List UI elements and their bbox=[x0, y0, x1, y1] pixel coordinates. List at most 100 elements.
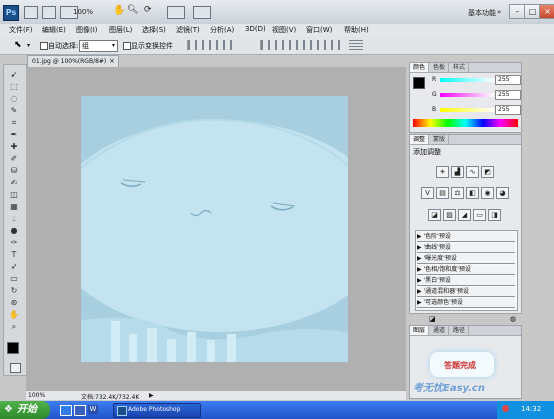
image-canvas[interactable] bbox=[81, 96, 348, 362]
preset-black-white[interactable]: ▶ '黑白'预设 bbox=[417, 276, 515, 286]
menu-view[interactable]: 视图(V) bbox=[272, 25, 296, 35]
g-value[interactable]: 255 bbox=[495, 90, 521, 100]
tab-adjustments[interactable]: 调整 bbox=[410, 135, 430, 144]
menu-window[interactable]: 窗口(W) bbox=[306, 25, 332, 35]
screen-mode-icon[interactable] bbox=[193, 6, 211, 19]
3d-rotate-tool-icon[interactable]: ↻ bbox=[8, 286, 20, 295]
align-buttons-group[interactable] bbox=[187, 40, 233, 50]
zoom-level[interactable]: 100% bbox=[73, 8, 93, 16]
vibrance-icon[interactable]: V bbox=[421, 187, 434, 199]
b-slider[interactable] bbox=[440, 108, 494, 112]
status-zoom[interactable]: 100% bbox=[28, 392, 45, 399]
menu-layer[interactable]: 图层(L) bbox=[109, 25, 132, 35]
clone-stamp-tool-icon[interactable]: ⛁ bbox=[8, 166, 20, 175]
word-icon[interactable]: W bbox=[88, 405, 98, 414]
brightness-icon[interactable]: ☀ bbox=[436, 166, 449, 178]
preset-levels[interactable]: ▶ '色阶'预设 bbox=[417, 232, 515, 242]
history-brush-tool-icon[interactable]: ✍ bbox=[8, 178, 20, 187]
rotate-view-icon[interactable]: ⟳ bbox=[144, 5, 152, 15]
tab-channels[interactable]: 通道 bbox=[430, 326, 450, 335]
ie-icon[interactable] bbox=[60, 405, 72, 416]
preset-curves[interactable]: ▶ '曲线'预设 bbox=[417, 243, 515, 253]
exposure-icon[interactable]: ◩ bbox=[481, 166, 494, 178]
path-selection-tool-icon[interactable]: ➶ bbox=[8, 262, 20, 271]
eyedropper-tool-icon[interactable]: ✒ bbox=[8, 130, 20, 139]
marquee-tool-icon[interactable]: ⬚ bbox=[8, 82, 20, 91]
hand-tool-icon[interactable]: ✋ bbox=[8, 310, 20, 319]
crop-tool-icon[interactable]: ⌗ bbox=[8, 118, 20, 127]
menu-filter[interactable]: 滤镜(T) bbox=[176, 25, 200, 35]
menu-edit[interactable]: 编辑(E) bbox=[42, 25, 66, 35]
tab-color[interactable]: 颜色 bbox=[410, 63, 430, 72]
pen-tool-icon[interactable]: ✑ bbox=[8, 238, 20, 247]
color-spectrum-bar[interactable] bbox=[413, 119, 518, 127]
r-slider[interactable] bbox=[440, 78, 494, 82]
zoom-tool-icon[interactable]: ⌕ bbox=[8, 322, 20, 331]
show-transform-checkbox[interactable] bbox=[123, 42, 131, 50]
channel-mixer-icon[interactable]: ◕ bbox=[496, 187, 509, 199]
close-button[interactable]: × bbox=[539, 4, 554, 19]
tool-preset-chevron-icon[interactable]: ▾ bbox=[27, 42, 30, 49]
workspace-chevron-icon[interactable]: » bbox=[497, 8, 501, 16]
tray-icon[interactable] bbox=[502, 405, 509, 412]
r-value[interactable]: 255 bbox=[495, 75, 521, 85]
gradient-map-icon[interactable]: ▭ bbox=[473, 209, 486, 221]
menu-help[interactable]: 帮助(H) bbox=[344, 25, 369, 35]
tab-layers[interactable]: 图层 bbox=[410, 326, 430, 335]
move-tool-icon[interactable]: ➹ bbox=[8, 70, 20, 79]
status-arrow-icon[interactable]: ▶ bbox=[149, 392, 154, 399]
b-value[interactable]: 255 bbox=[495, 105, 521, 115]
auto-select-dropdown[interactable]: 组 ▾ bbox=[79, 40, 118, 52]
color-foreground-swatch[interactable] bbox=[413, 77, 425, 89]
menu-image[interactable]: 图像(I) bbox=[76, 25, 98, 35]
menu-file[interactable]: 文件(F) bbox=[9, 25, 33, 35]
tab-swatches[interactable]: 色板 bbox=[430, 63, 450, 72]
type-tool-icon[interactable]: T bbox=[8, 250, 20, 259]
menu-select[interactable]: 选择(S) bbox=[142, 25, 166, 35]
invert-icon[interactable]: ◪ bbox=[428, 209, 441, 221]
clip-to-layer-icon[interactable]: ◪ bbox=[429, 315, 436, 323]
eraser-tool-icon[interactable]: ◫ bbox=[8, 190, 20, 199]
menu-3d[interactable]: 3D(D) bbox=[245, 25, 266, 33]
hand-tool-icon[interactable]: ✋ bbox=[113, 5, 125, 16]
threshold-icon[interactable]: ◢ bbox=[458, 209, 471, 221]
gradient-tool-icon[interactable]: ▦ bbox=[8, 202, 20, 211]
preset-selective-color[interactable]: ▶ '可选颜色'预设 bbox=[417, 298, 515, 308]
g-slider[interactable] bbox=[440, 93, 494, 97]
selective-color-icon[interactable]: ◨ bbox=[488, 209, 501, 221]
tab-masks[interactable]: 蒙版 bbox=[430, 135, 450, 144]
blur-tool-icon[interactable]: 💧︎ bbox=[8, 214, 20, 223]
levels-icon[interactable]: ▟ bbox=[451, 166, 464, 178]
auto-select-checkbox[interactable] bbox=[40, 42, 48, 50]
mini-bridge-icon[interactable] bbox=[42, 6, 56, 19]
move-tool-icon[interactable]: ⬉ bbox=[14, 40, 22, 50]
curves-icon[interactable]: ∿ bbox=[466, 166, 479, 178]
menu-analysis[interactable]: 分析(A) bbox=[210, 25, 234, 35]
preset-channel-mixer[interactable]: ▶ '通道混和器'预设 bbox=[417, 287, 515, 297]
desktop-icon[interactable] bbox=[74, 405, 86, 416]
quick-mask-icon[interactable] bbox=[10, 363, 21, 373]
healing-brush-tool-icon[interactable]: ✚ bbox=[8, 142, 20, 151]
arrange-documents-icon[interactable] bbox=[167, 6, 185, 19]
shape-tool-icon[interactable]: ▭ bbox=[8, 274, 20, 283]
brush-tool-icon[interactable]: ✐ bbox=[8, 154, 20, 163]
panel-options-icon[interactable]: ◍ bbox=[510, 315, 516, 323]
bridge-icon[interactable] bbox=[24, 6, 38, 19]
taskbar-photoshop-button[interactable]: Adobe Photoshop bbox=[113, 403, 201, 418]
black-white-icon[interactable]: ◧ bbox=[466, 187, 479, 199]
tab-styles[interactable]: 样式 bbox=[450, 63, 470, 72]
photo-filter-icon[interactable]: ◉ bbox=[481, 187, 494, 199]
tab-paths[interactable]: 路径 bbox=[450, 326, 470, 335]
dodge-tool-icon[interactable]: ● bbox=[8, 226, 20, 235]
close-icon[interactable]: × bbox=[109, 57, 115, 65]
color-balance-icon[interactable]: ⚖ bbox=[451, 187, 464, 199]
preset-exposure[interactable]: ▶ '曝光度'预设 bbox=[417, 254, 515, 264]
hue-saturation-icon[interactable]: ▤ bbox=[436, 187, 449, 199]
3d-orbit-tool-icon[interactable]: ⊛ bbox=[8, 298, 20, 307]
workspace-switcher[interactable]: 基本功能 bbox=[468, 8, 496, 18]
quick-select-tool-icon[interactable]: ✎ bbox=[8, 106, 20, 115]
lasso-tool-icon[interactable]: ◌ bbox=[8, 94, 20, 103]
auto-align-layers-icon[interactable] bbox=[349, 40, 363, 50]
foreground-color-swatch[interactable] bbox=[7, 342, 19, 354]
zoom-tool-icon[interactable]: 🔍︎ bbox=[127, 5, 138, 15]
